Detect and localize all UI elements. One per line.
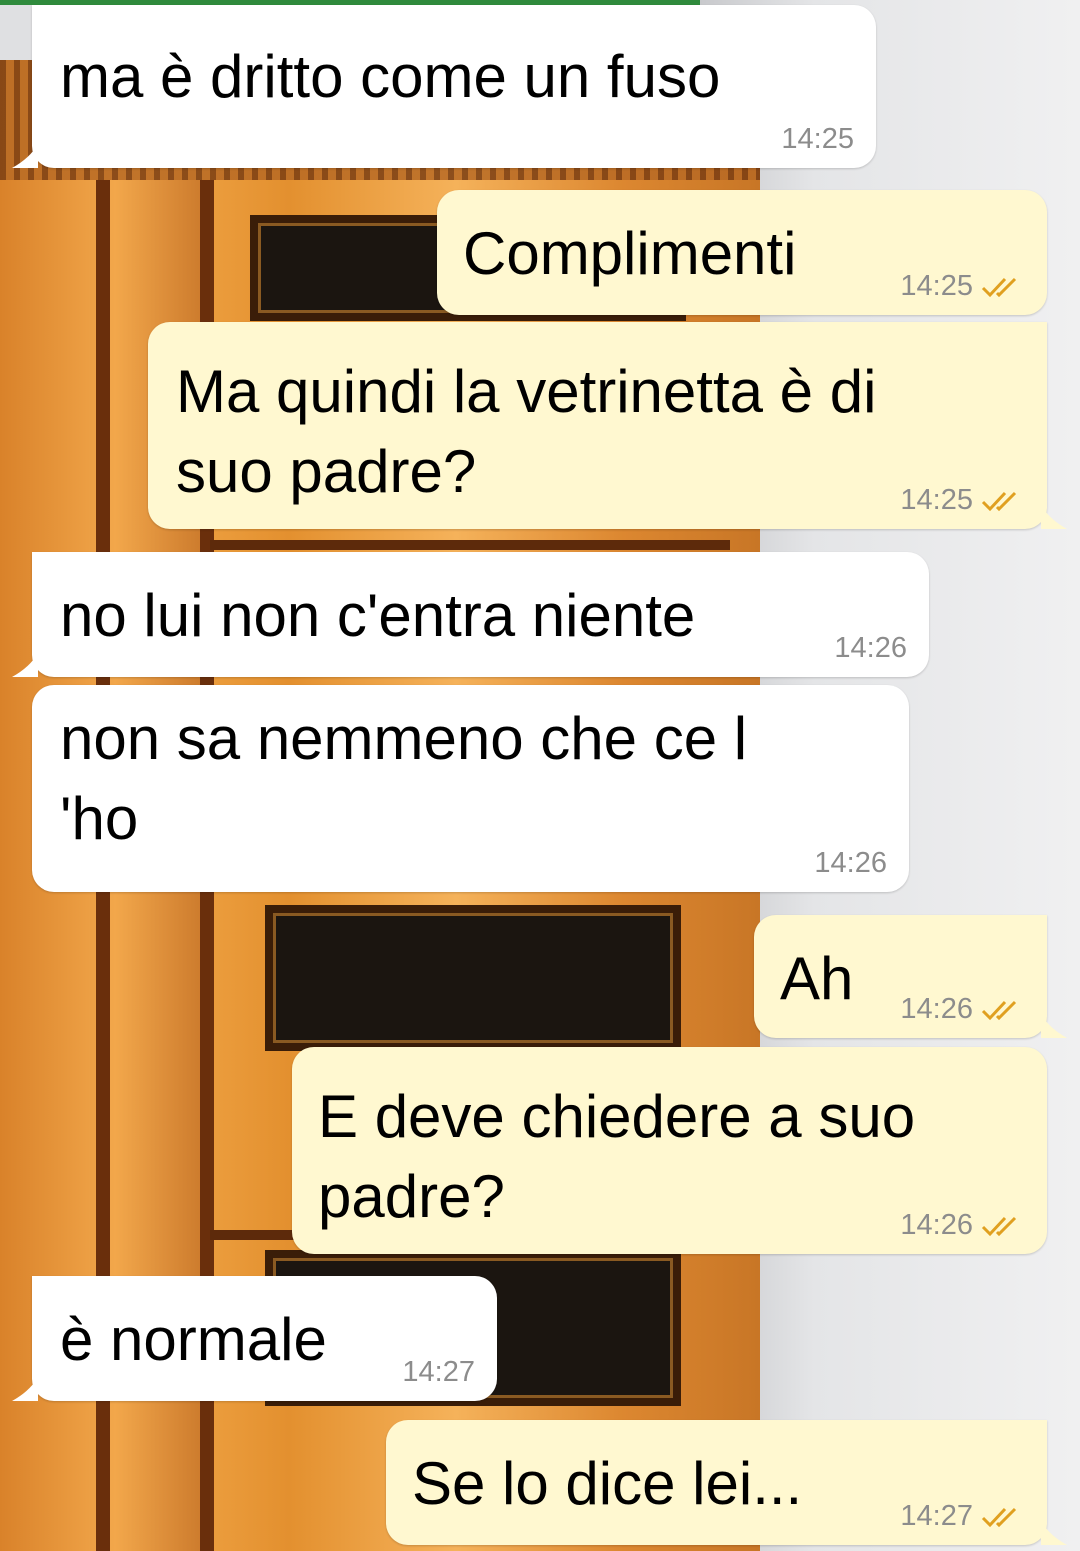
- message-list[interactable]: ma è dritto come un fuso 14:25 Complimen…: [0, 0, 1080, 1551]
- message-bubble-incoming[interactable]: no lui non c'entra niente 14:26: [12, 552, 929, 677]
- bubble-tail: [1041, 1521, 1067, 1545]
- message-time: 14:27: [900, 1500, 973, 1532]
- message-text: suo padre?: [176, 438, 477, 505]
- message-meta: 14:25: [900, 270, 1025, 303]
- double-check-icon: [981, 277, 1017, 297]
- message-text: non sa nemmeno che ce l: [60, 705, 748, 772]
- message-meta: 14:26: [900, 993, 1025, 1026]
- message-bubble-incoming[interactable]: non sa nemmeno che ce l 'ho 14:26: [32, 685, 909, 892]
- message-time: 14:26: [814, 847, 887, 879]
- bubble-tail: [12, 653, 38, 677]
- message-meta: 14:25: [900, 484, 1025, 517]
- message-text: Complimenti: [463, 220, 797, 287]
- message-text: padre?: [318, 1163, 505, 1230]
- message-time: 14:26: [900, 1209, 973, 1241]
- message-bubble-incoming[interactable]: ma è dritto come un fuso 14:25: [12, 5, 876, 168]
- double-check-icon: [981, 1507, 1017, 1527]
- bubble-tail: [12, 144, 38, 168]
- double-check-icon: [981, 1216, 1017, 1236]
- message-meta: 14:26: [814, 847, 887, 880]
- message-bubble-outgoing[interactable]: Ma quindi la vetrinetta è di suo padre? …: [148, 322, 1067, 529]
- message-text: no lui non c'entra niente: [60, 582, 696, 649]
- message-time: 14:26: [900, 993, 973, 1025]
- message-time: 14:27: [402, 1356, 475, 1388]
- message-meta: 14:27: [402, 1356, 475, 1389]
- message-time: 14:25: [900, 270, 973, 302]
- message-meta: 14:27: [900, 1500, 1025, 1533]
- message-text: E deve chiedere a suo: [318, 1083, 916, 1150]
- message-bubble-outgoing[interactable]: Se lo dice lei... 14:27: [386, 1420, 1067, 1545]
- message-text: ma è dritto come un fuso: [60, 43, 721, 110]
- double-check-icon: [981, 1000, 1017, 1020]
- bubble-tail: [12, 1377, 38, 1401]
- double-check-icon: [981, 491, 1017, 511]
- message-bubble-incoming[interactable]: è normale 14:27: [12, 1276, 497, 1401]
- message-text: 'ho: [60, 785, 139, 852]
- message-bubble-outgoing[interactable]: Complimenti 14:25: [437, 190, 1047, 315]
- message-time: 14:25: [781, 123, 854, 155]
- message-meta: 14:26: [834, 632, 907, 665]
- message-text: Ma quindi la vetrinetta è di: [176, 358, 877, 425]
- message-text: Se lo dice lei...: [412, 1450, 803, 1517]
- message-bubble-outgoing[interactable]: Ah 14:26: [754, 915, 1067, 1038]
- message-text: è normale: [60, 1306, 327, 1373]
- message-meta: 14:25: [781, 123, 854, 156]
- message-bubble-outgoing[interactable]: E deve chiedere a suo padre? 14:26: [292, 1047, 1047, 1254]
- message-text: Ah: [780, 945, 854, 1012]
- bubble-tail: [1041, 505, 1067, 529]
- message-meta: 14:26: [900, 1209, 1025, 1242]
- message-time: 14:26: [834, 632, 907, 664]
- bubble-tail: [1041, 1014, 1067, 1038]
- message-time: 14:25: [900, 484, 973, 516]
